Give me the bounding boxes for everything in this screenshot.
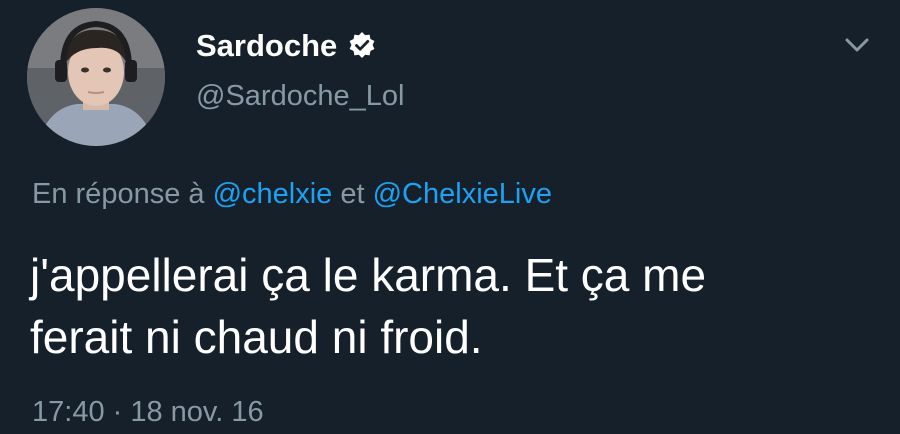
reply-context: En réponse à @chelxie et @ChelxieLive [32, 174, 552, 214]
timestamp-separator: · [104, 396, 131, 428]
author-name[interactable]: Sardoche [196, 26, 337, 66]
verified-badge-icon [349, 32, 375, 58]
tweet-timestamp: 17:40 · 18 nov. 16 [32, 392, 264, 432]
chevron-down-icon[interactable] [840, 30, 874, 60]
reply-prefix: En réponse à [32, 178, 213, 210]
avatar[interactable] [27, 8, 165, 146]
tweet-text: j'appellerai ça le karma. Et ça me ferai… [30, 249, 707, 363]
reply-connector: et [332, 178, 373, 210]
mention-link[interactable]: @chelxie [213, 178, 333, 210]
tweet-card: Sardoche @Sardoche_Lol En réponse à @che… [0, 0, 900, 434]
mention-link[interactable]: @ChelxieLive [373, 178, 552, 210]
author-handle[interactable]: @Sardoche_Lol [196, 76, 404, 116]
avatar-image [27, 8, 165, 146]
tweet-date[interactable]: 18 nov. 16 [130, 396, 263, 428]
tweet-time[interactable]: 17:40 [32, 396, 105, 428]
author-name-row[interactable]: Sardoche [196, 26, 377, 66]
